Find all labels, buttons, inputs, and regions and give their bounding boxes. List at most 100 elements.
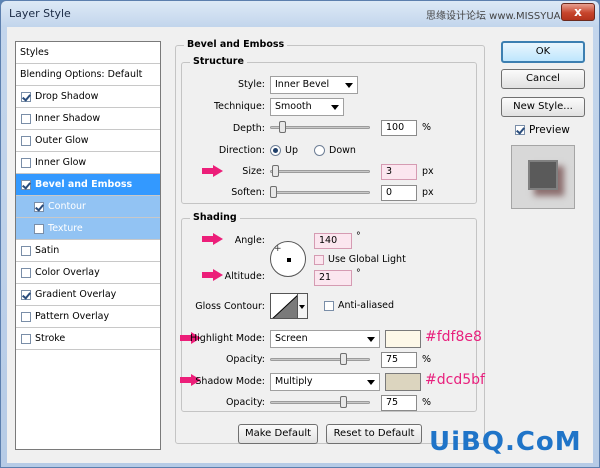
depth-label: Depth:: [232, 123, 265, 134]
style-item-label: Satin: [35, 245, 60, 256]
style-item-label: Texture: [48, 223, 83, 234]
shadow-opacity-slider-thumb[interactable]: [339, 396, 347, 408]
styles-header[interactable]: Styles: [16, 42, 160, 64]
style-checkbox[interactable]: [21, 289, 31, 300]
style-checkbox[interactable]: [34, 201, 44, 212]
highlight-opacity-label: Opacity:: [225, 354, 265, 365]
gloss-contour-label: Gloss Contour:: [195, 301, 265, 312]
style-item-bevel-and-emboss[interactable]: Bevel and Emboss: [16, 174, 160, 196]
direction-up-radio[interactable]: [270, 145, 281, 156]
highlight-opacity-input[interactable]: 75: [381, 352, 417, 368]
angle-label: Angle:: [234, 235, 265, 246]
technique-label: Technique:: [213, 101, 265, 112]
reset-to-default-button[interactable]: Reset to Default: [326, 424, 422, 444]
anti-aliased-checkbox[interactable]: [324, 301, 334, 311]
style-preview-swatch: [528, 160, 558, 190]
gloss-contour-picker[interactable]: [270, 293, 298, 319]
use-global-light-label[interactable]: Use Global Light: [328, 254, 406, 265]
style-item-inner-shadow[interactable]: Inner Shadow: [16, 108, 160, 130]
style-label: Style:: [237, 79, 265, 90]
direction-up-label[interactable]: Up: [285, 145, 298, 156]
soften-input[interactable]: 0: [381, 185, 417, 201]
style-item-gradient-overlay[interactable]: Gradient Overlay: [16, 284, 160, 306]
highlight-hex-label: #fdf8e8: [425, 329, 482, 345]
technique-select-value: Smooth: [275, 101, 312, 112]
anti-aliased-label[interactable]: Anti-aliased: [338, 300, 394, 311]
angle-unit: °: [356, 231, 361, 242]
style-checkbox[interactable]: [21, 113, 31, 124]
technique-select[interactable]: Smooth: [270, 98, 344, 116]
structure-group: Structure Style: Inner Bevel Technique: …: [181, 56, 477, 204]
highlight-mode-select[interactable]: Screen: [270, 330, 380, 348]
style-item-label: Inner Glow: [35, 157, 87, 168]
close-button[interactable]: x: [561, 3, 595, 21]
style-item-outer-glow[interactable]: Outer Glow: [16, 130, 160, 152]
styles-list: Styles Blending Options: Default Drop Sh…: [15, 41, 161, 450]
shadow-opacity-input[interactable]: 75: [381, 395, 417, 411]
chevron-down-icon: [299, 305, 305, 309]
style-checkbox[interactable]: [21, 91, 31, 102]
size-input[interactable]: 3: [381, 164, 417, 180]
shading-group: Shading Angle: + 140 ° Use Global Light …: [180, 212, 485, 412]
angle-input[interactable]: 140: [314, 233, 352, 249]
direction-label: Direction:: [218, 145, 265, 156]
style-checkbox[interactable]: [21, 135, 31, 146]
shadow-opacity-unit: %: [422, 397, 432, 408]
blending-options-item[interactable]: Blending Options: Default: [16, 64, 160, 86]
preview-checkbox[interactable]: [515, 125, 525, 135]
style-checkbox[interactable]: [34, 223, 44, 234]
size-unit: px: [422, 166, 434, 177]
style-item-contour[interactable]: Contour: [16, 196, 160, 218]
shadow-color-swatch[interactable]: [385, 373, 421, 391]
size-slider-thumb[interactable]: [271, 165, 279, 177]
size-slider-track[interactable]: [270, 170, 370, 173]
style-checkbox[interactable]: [21, 311, 31, 322]
direction-down-radio[interactable]: [314, 145, 325, 156]
depth-input[interactable]: 100: [381, 120, 417, 136]
gloss-contour-dropdown[interactable]: [298, 293, 308, 319]
soften-label: Soften:: [231, 187, 265, 198]
style-checkbox[interactable]: [21, 245, 31, 256]
shadow-mode-select[interactable]: Multiply: [270, 373, 380, 391]
make-default-button[interactable]: Make Default: [238, 424, 318, 444]
use-global-light-checkbox[interactable]: [314, 255, 324, 265]
cancel-button[interactable]: Cancel: [501, 69, 585, 89]
style-item-color-overlay[interactable]: Color Overlay: [16, 262, 160, 284]
title-bar: Layer Style 思缘设计论坛 www.MISSYUAN.COM x: [1, 1, 599, 27]
angle-dial[interactable]: +: [270, 241, 306, 277]
shading-title: Shading: [190, 212, 240, 223]
style-checkbox[interactable]: [21, 333, 31, 344]
angle-center-dot: [287, 258, 291, 262]
soften-slider-thumb[interactable]: [270, 186, 277, 198]
style-preview: [511, 145, 575, 209]
shadow-opacity-slider-track[interactable]: [270, 401, 370, 404]
soften-slider-track[interactable]: [270, 191, 370, 194]
preview-label[interactable]: Preview: [529, 124, 570, 136]
depth-slider-thumb[interactable]: [279, 121, 287, 133]
highlight-opacity-slider-track[interactable]: [270, 358, 370, 361]
layer-style-window: Layer Style 思缘设计论坛 www.MISSYUAN.COM x St…: [0, 0, 600, 468]
dialog-content: Styles Blending Options: Default Drop Sh…: [7, 27, 593, 463]
style-item-inner-glow[interactable]: Inner Glow: [16, 152, 160, 174]
style-item-drop-shadow[interactable]: Drop Shadow: [16, 86, 160, 108]
highlight-opacity-slider-thumb[interactable]: [339, 353, 347, 365]
highlight-opacity-unit: %: [422, 354, 432, 365]
style-item-label: Stroke: [35, 333, 66, 344]
style-checkbox[interactable]: [21, 157, 31, 168]
highlight-color-swatch[interactable]: [385, 330, 421, 348]
style-checkbox[interactable]: [21, 267, 31, 278]
style-select[interactable]: Inner Bevel: [270, 76, 358, 94]
style-item-label: Bevel and Emboss: [35, 179, 133, 190]
style-item-stroke[interactable]: Stroke: [16, 328, 160, 350]
style-item-satin[interactable]: Satin: [16, 240, 160, 262]
ok-button[interactable]: OK: [501, 41, 585, 63]
style-item-pattern-overlay[interactable]: Pattern Overlay: [16, 306, 160, 328]
chevron-down-icon: [367, 337, 375, 342]
style-item-texture[interactable]: Texture: [16, 218, 160, 240]
new-style-button[interactable]: New Style...: [501, 97, 585, 117]
direction-down-label[interactable]: Down: [329, 145, 356, 156]
style-item-label: Inner Shadow: [35, 113, 101, 124]
style-checkbox[interactable]: [21, 179, 31, 190]
altitude-input[interactable]: 21: [314, 270, 352, 286]
style-select-value: Inner Bevel: [275, 79, 330, 90]
